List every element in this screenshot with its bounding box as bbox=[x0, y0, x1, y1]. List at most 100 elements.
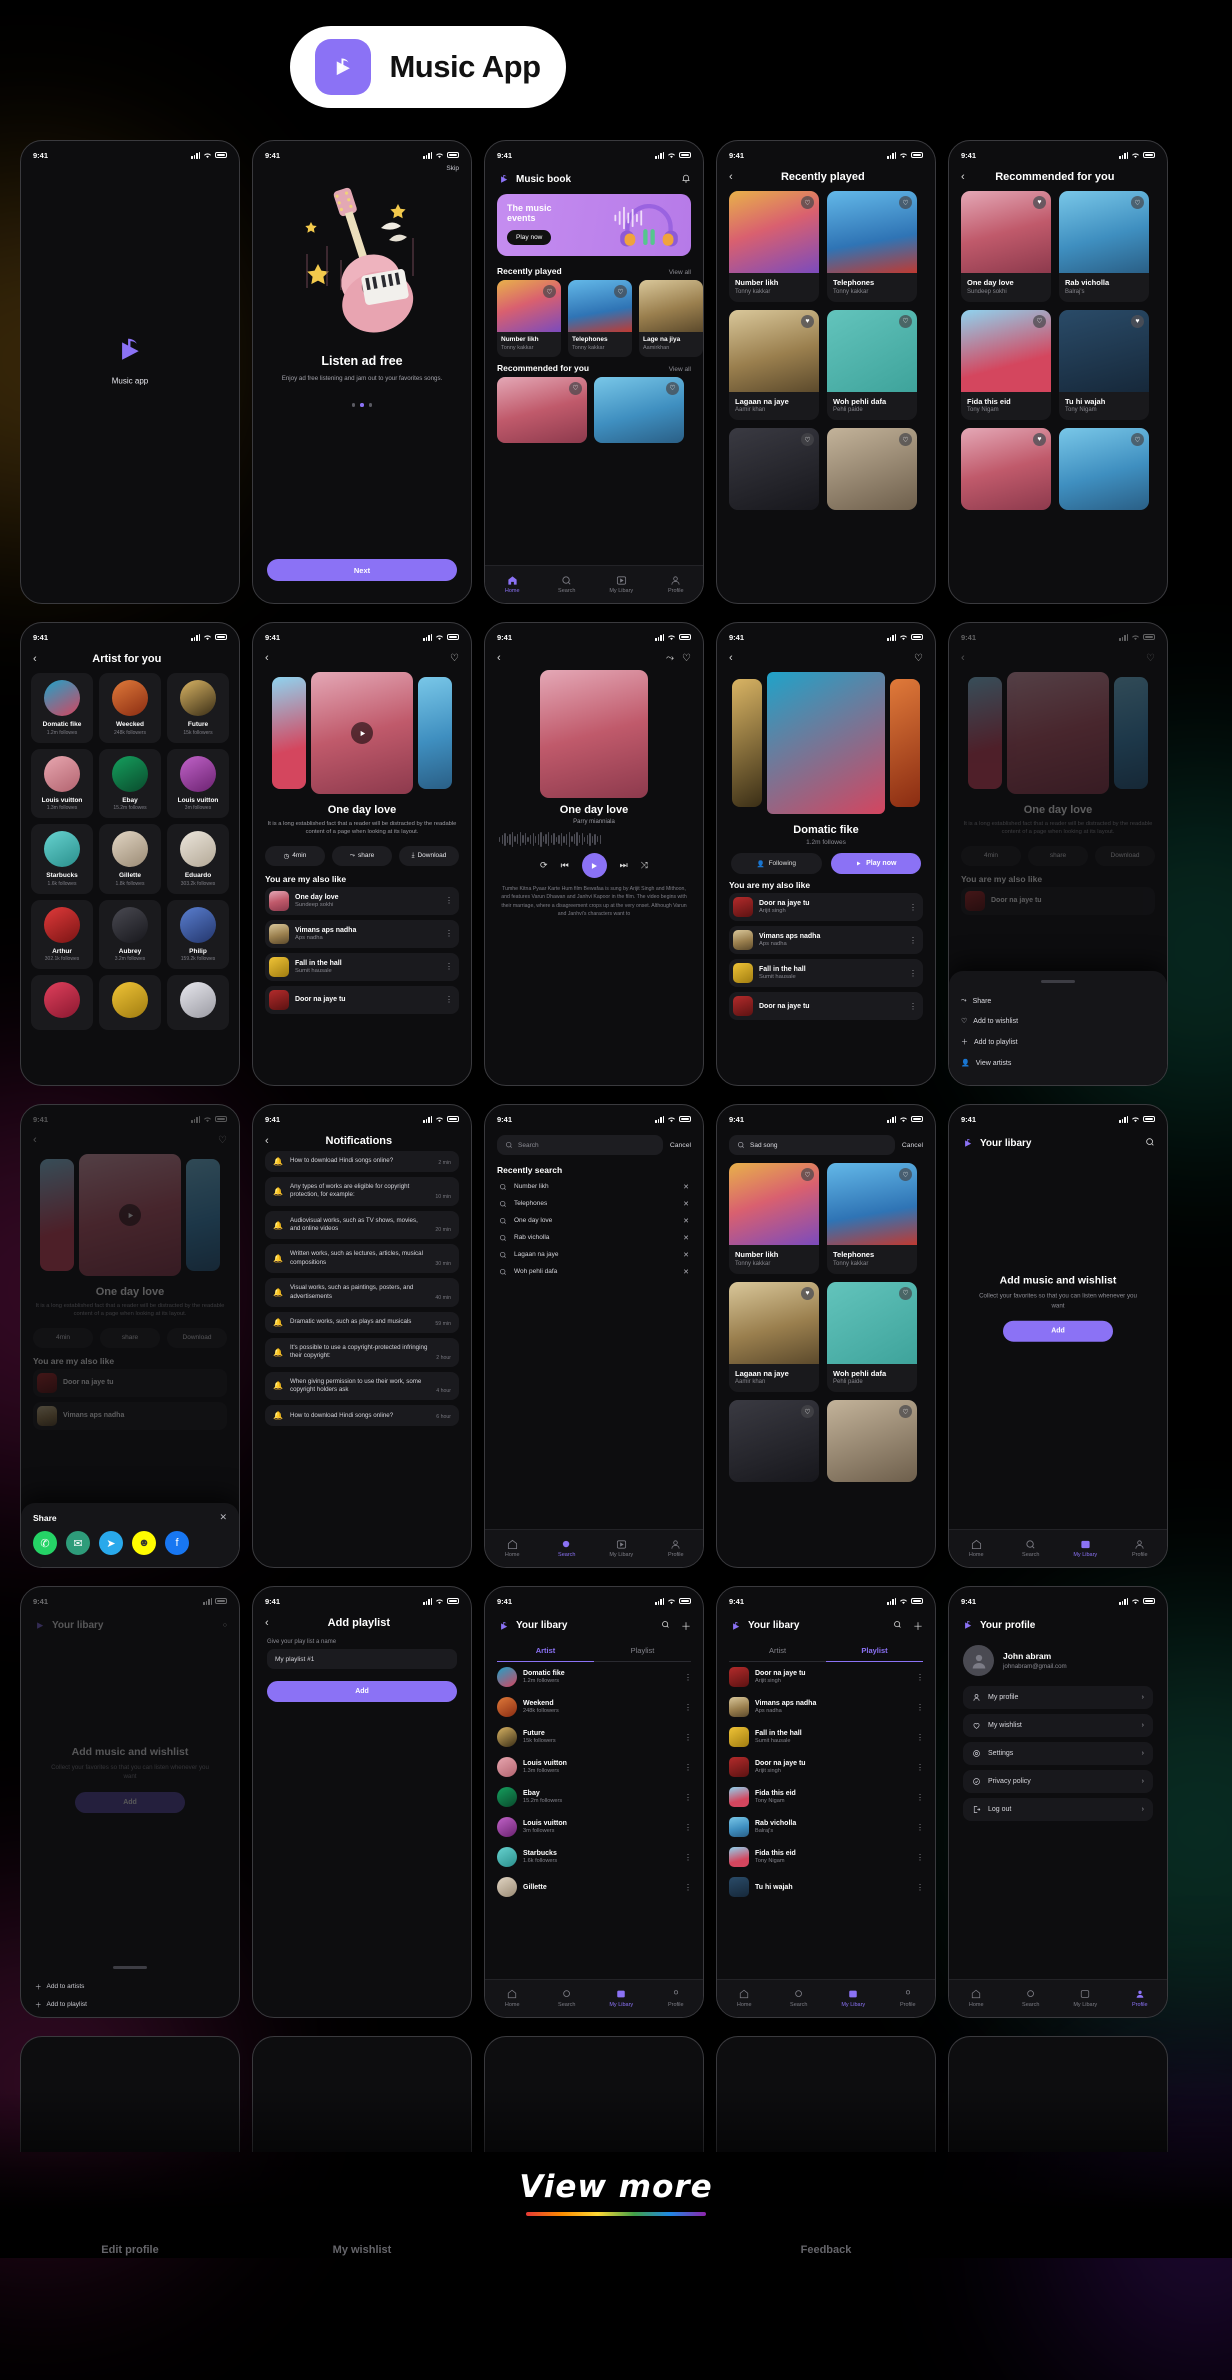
heart-icon[interactable]: ♡ bbox=[899, 314, 912, 328]
snapchat-icon[interactable]: ☻ bbox=[132, 1531, 156, 1555]
menu-item-my-profile[interactable]: My profile › bbox=[963, 1686, 1153, 1709]
search-bar[interactable]: Sad song Cancel bbox=[717, 1129, 935, 1159]
notification-item[interactable]: 🔔 Audiovisual works, such as TV shows, mo… bbox=[265, 1210, 459, 1240]
song-card[interactable]: ♡ bbox=[729, 428, 819, 510]
option-view-artists[interactable]: 👤 View artists bbox=[961, 1053, 1155, 1073]
song-actions[interactable]: ◷ 4min ⤳ share ⤓ Download bbox=[253, 841, 471, 868]
back-button[interactable]: ‹ bbox=[961, 653, 965, 664]
heart-icon[interactable]: ♡ bbox=[801, 433, 814, 446]
recent-search-list[interactable]: Number likh ✕ Telephones ✕ One day love ✕ R… bbox=[485, 1178, 703, 1280]
more-options-icon[interactable]: ⋮ bbox=[909, 1002, 917, 1011]
more-options-icon[interactable]: ⋮ bbox=[916, 1763, 924, 1772]
artist-card[interactable] bbox=[31, 975, 93, 1030]
share-button[interactable]: ⤳ share bbox=[332, 845, 392, 866]
playlist-name-input[interactable]: My playlist #1 bbox=[267, 1649, 457, 1669]
shuffle-icon[interactable]: ⤨ bbox=[641, 860, 648, 871]
view-more-footer[interactable]: View more bbox=[0, 2169, 1232, 2216]
recommended-list[interactable]: ♡ ♡ bbox=[485, 376, 703, 443]
tab-search[interactable]: Search bbox=[540, 1989, 595, 2008]
list-item[interactable]: Fall in the hall Sumit hausale ⋮ bbox=[729, 1722, 924, 1752]
heart-icon[interactable]: ♡ bbox=[666, 381, 679, 395]
artist-card[interactable]: Future 15k followers bbox=[167, 673, 229, 743]
heart-icon[interactable]: ♡ bbox=[614, 285, 627, 298]
more-options-icon[interactable]: ⋮ bbox=[916, 1823, 924, 1832]
waveform-seek[interactable] bbox=[485, 831, 703, 847]
home-banner[interactable]: The music events Play now bbox=[497, 194, 691, 256]
artist-carousel[interactable] bbox=[717, 668, 935, 818]
search-input[interactable]: Sad song bbox=[729, 1135, 895, 1155]
option-add-to-playlist[interactable]: ＋ Add to playlist bbox=[961, 1031, 1155, 1053]
more-options-icon[interactable]: ⋮ bbox=[916, 1793, 924, 1802]
song-card[interactable]: ♡ bbox=[1059, 428, 1149, 510]
tab-artist[interactable]: Artist bbox=[497, 1641, 594, 1662]
song-card[interactable]: ♡ bbox=[594, 376, 684, 443]
list-item[interactable]: Weekend 248k followers ⋮ bbox=[497, 1692, 692, 1722]
recently-played-list[interactable]: ♡ Number likh Tonny kakkar ♡ Telephones … bbox=[485, 280, 703, 357]
recent-search-item[interactable]: Rab vicholla ✕ bbox=[485, 1229, 703, 1246]
song-card[interactable]: ♡ Number likh Tonny kakkar bbox=[497, 280, 561, 357]
more-options-icon[interactable]: ⋮ bbox=[684, 1823, 692, 1832]
menu-item-my-wishlist[interactable]: My wishlist › bbox=[963, 1714, 1153, 1737]
facebook-icon[interactable]: f bbox=[165, 1531, 189, 1555]
next-button[interactable]: Next bbox=[267, 559, 457, 581]
search-results-grid[interactable]: ♡ Number likh Tonny kakkar ♡ Telephones To… bbox=[717, 1159, 935, 1486]
tab-home[interactable]: Home bbox=[949, 1539, 1004, 1558]
tab-artist[interactable]: Artist bbox=[729, 1641, 826, 1662]
menu-item-log-out[interactable]: Log out › bbox=[963, 1798, 1153, 1821]
menu-item-settings[interactable]: Settings › bbox=[963, 1742, 1153, 1765]
song-card[interactable]: ♡ bbox=[827, 1400, 917, 1482]
list-item[interactable]: Louis vuitton 1.3m followers ⋮ bbox=[497, 1752, 692, 1782]
option-add-to-wishlist[interactable]: ♡ Add to wishlist bbox=[961, 1011, 1155, 1031]
repeat-icon[interactable]: ⟳ bbox=[540, 860, 548, 871]
skip-button[interactable]: Skip bbox=[253, 165, 471, 172]
song-card[interactable]: ♡ Woh pehli dafa Pehli paide bbox=[827, 309, 917, 420]
remove-icon[interactable]: ✕ bbox=[683, 1183, 689, 1191]
play-button[interactable] bbox=[351, 722, 373, 744]
tab-my-libary[interactable]: My Libary bbox=[826, 1989, 881, 2008]
fab-add-to-artists[interactable]: ＋ Add to artists bbox=[21, 1977, 239, 1995]
song-list-item[interactable]: Vimans aps nadha Aps nadha ⋮ bbox=[265, 919, 459, 948]
plus-icon[interactable]: ＋ bbox=[913, 1618, 923, 1633]
mail-icon[interactable]: ✉ bbox=[66, 1531, 90, 1555]
more-options-icon[interactable]: ⋮ bbox=[909, 969, 917, 978]
play-button[interactable] bbox=[581, 853, 607, 878]
heart-icon[interactable]: ♡ bbox=[914, 653, 923, 664]
tab-playlist[interactable]: Playlist bbox=[594, 1641, 691, 1662]
recent-search-item[interactable]: Woh pehli dafa ✕ bbox=[485, 1263, 703, 1280]
recent-search-item[interactable]: Lagaan na jaye ✕ bbox=[485, 1246, 703, 1263]
tab-my-libary[interactable]: My Libary bbox=[1058, 1989, 1113, 2008]
heart-icon[interactable]: ♡ bbox=[682, 653, 691, 664]
heart-icon[interactable]: ♡ bbox=[899, 1405, 912, 1418]
heart-icon[interactable]: ♡ bbox=[450, 653, 459, 664]
song-card[interactable]: ♥ Lagaan na jaye Aamir khan bbox=[729, 1281, 819, 1392]
heart-icon[interactable]: ♡ bbox=[801, 1405, 814, 1418]
share-icon[interactable]: ⤳ bbox=[666, 653, 674, 664]
more-options-icon[interactable]: ⋮ bbox=[445, 929, 453, 938]
notification-item[interactable]: 🔔 Dramatic works, such as plays and music… bbox=[265, 1311, 459, 1333]
back-button[interactable]: ‹ bbox=[33, 1135, 37, 1146]
heart-icon[interactable]: ♥ bbox=[1131, 314, 1144, 328]
song-list-item[interactable]: One day love Sundeep sokhi ⋮ bbox=[265, 886, 459, 915]
more-options-icon[interactable]: ⋮ bbox=[916, 1703, 924, 1712]
album-art-next[interactable] bbox=[418, 677, 452, 789]
song-list-item[interactable]: Door na jaye tu ⋮ bbox=[265, 985, 459, 1014]
song-card[interactable]: Lage na jiya Aamirkhan bbox=[639, 280, 703, 357]
heart-icon[interactable]: ♡ bbox=[899, 196, 912, 209]
tab-home[interactable]: Home bbox=[485, 1989, 540, 2008]
heart-icon[interactable]: ♥ bbox=[1033, 433, 1046, 446]
notification-item[interactable]: 🔔 It's possible to use a copyright-protec… bbox=[265, 1337, 459, 1367]
tab-search[interactable]: Search bbox=[1004, 1989, 1059, 2008]
more-options-icon[interactable]: ⋮ bbox=[445, 962, 453, 971]
heart-icon[interactable]: ♡ bbox=[1131, 196, 1144, 209]
option-share[interactable]: ⤳ Share bbox=[961, 991, 1155, 1011]
more-options-icon[interactable]: ⋮ bbox=[909, 903, 917, 912]
artist-card[interactable]: Aubrey 3.2m followes bbox=[99, 899, 161, 969]
list-item[interactable]: Fida this eid Tony Nigam ⋮ bbox=[729, 1842, 924, 1872]
add-playlist-button[interactable]: Add bbox=[267, 1681, 457, 1702]
song-card[interactable]: ♥ Lagaan na jaye Aamir khan bbox=[729, 309, 819, 420]
more-options-icon[interactable]: ⋮ bbox=[909, 936, 917, 945]
song-card[interactable]: ♥ Tu hi wajah Tony Nigam bbox=[1059, 309, 1149, 420]
list-item[interactable]: Starbucks 1.6k followers ⋮ bbox=[497, 1842, 692, 1872]
list-item[interactable]: Tu hi wajah ⋮ bbox=[729, 1872, 924, 1902]
song-card[interactable]: ♡ Telephones Tonny kakkar bbox=[827, 191, 917, 302]
